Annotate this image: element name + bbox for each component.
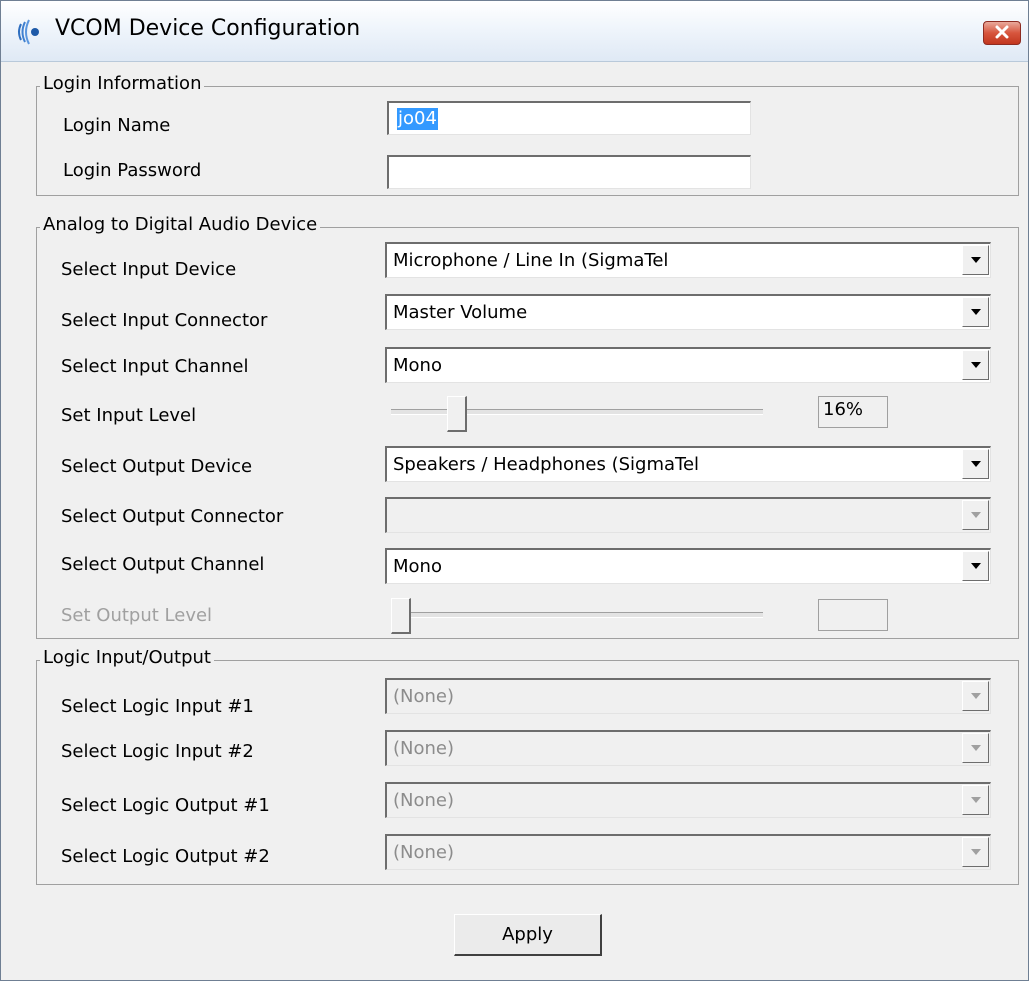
output-connector-dropdown-button[interactable]	[962, 500, 989, 530]
logic-input-2-select[interactable]: (None)	[385, 730, 991, 766]
login-information-legend: Login Information	[40, 73, 205, 95]
logic-input-2-value: (None)	[393, 738, 455, 759]
dropdown-arrow-icon	[971, 257, 981, 263]
output-device-select[interactable]: Speakers / Headphones (SigmaTel	[385, 446, 991, 482]
output-device-label: Select Output Device	[61, 456, 253, 477]
apply-button[interactable]: Apply	[454, 914, 602, 956]
input-device-label: Select Input Device	[61, 259, 237, 280]
dropdown-arrow-icon	[971, 563, 981, 569]
output-connector-select[interactable]	[385, 497, 991, 533]
input-connector-value: Master Volume	[393, 302, 528, 323]
logic-input-2-label: Select Logic Input #2	[61, 741, 254, 762]
dropdown-arrow-icon	[971, 745, 981, 751]
dropdown-arrow-icon	[971, 797, 981, 803]
logic-output-1-label: Select Logic Output #1	[61, 795, 270, 816]
dropdown-arrow-icon	[971, 693, 981, 699]
input-channel-label: Select Input Channel	[61, 356, 249, 377]
audio-device-legend: Analog to Digital Audio Device	[40, 214, 321, 236]
logic-input-1-value: (None)	[393, 686, 455, 707]
input-level-readout: 16%	[818, 396, 888, 428]
login-name-label: Login Name	[63, 115, 171, 136]
input-level-label: Set Input Level	[61, 405, 197, 426]
output-device-dropdown-button[interactable]	[962, 449, 989, 479]
login-name-value: jo04	[397, 108, 438, 130]
input-device-value: Microphone / Line In (SigmaTel	[393, 250, 669, 271]
input-channel-select[interactable]: Mono	[385, 347, 991, 383]
window-title: VCOM Device Configuration	[55, 16, 361, 41]
login-name-input[interactable]: jo04	[387, 101, 751, 135]
logic-input-1-select[interactable]: (None)	[385, 678, 991, 714]
input-level-slider-thumb[interactable]	[447, 396, 468, 432]
logic-output-2-value: (None)	[393, 842, 455, 863]
signal-waves-icon	[17, 19, 39, 45]
output-channel-value: Mono	[393, 556, 442, 577]
logic-output-2-dropdown-button[interactable]	[962, 837, 989, 867]
output-device-value: Speakers / Headphones (SigmaTel	[393, 454, 700, 475]
output-channel-dropdown-button[interactable]	[962, 551, 989, 581]
output-level-track[interactable]	[391, 612, 763, 618]
dialog-window: VCOM Device Configuration Login Informat…	[0, 0, 1029, 981]
input-channel-dropdown-button[interactable]	[962, 350, 989, 380]
output-level-label: Set Output Level	[61, 605, 213, 626]
output-channel-select[interactable]: Mono	[385, 548, 991, 584]
login-password-label: Login Password	[63, 160, 202, 181]
logic-output-1-select[interactable]: (None)	[385, 782, 991, 818]
output-connector-label: Select Output Connector	[61, 506, 284, 527]
input-connector-label: Select Input Connector	[61, 310, 268, 331]
input-connector-dropdown-button[interactable]	[962, 297, 989, 327]
input-channel-value: Mono	[393, 355, 442, 376]
input-connector-select[interactable]: Master Volume	[385, 294, 991, 330]
logic-io-legend: Logic Input/Output	[40, 647, 214, 669]
logic-output-1-dropdown-button[interactable]	[962, 785, 989, 815]
input-device-dropdown-button[interactable]	[962, 245, 989, 275]
close-icon	[995, 25, 1009, 39]
dropdown-arrow-icon	[971, 362, 981, 368]
dropdown-arrow-icon	[971, 309, 981, 315]
login-password-input[interactable]	[387, 155, 751, 189]
output-level-readout	[818, 599, 888, 631]
input-device-select[interactable]: Microphone / Line In (SigmaTel	[385, 242, 991, 278]
logic-output-1-value: (None)	[393, 790, 455, 811]
title-bar[interactable]: VCOM Device Configuration	[1, 1, 1028, 62]
logic-input-1-label: Select Logic Input #1	[61, 696, 254, 717]
logic-input-2-dropdown-button[interactable]	[962, 733, 989, 763]
logic-input-1-dropdown-button[interactable]	[962, 681, 989, 711]
logic-output-2-select[interactable]: (None)	[385, 834, 991, 870]
output-level-slider-thumb[interactable]	[391, 598, 411, 634]
output-channel-label: Select Output Channel	[61, 554, 265, 575]
dropdown-arrow-icon	[971, 849, 981, 855]
close-button[interactable]	[983, 21, 1021, 45]
dropdown-arrow-icon	[971, 512, 981, 518]
dropdown-arrow-icon	[971, 461, 981, 467]
logic-output-2-label: Select Logic Output #2	[61, 846, 270, 867]
